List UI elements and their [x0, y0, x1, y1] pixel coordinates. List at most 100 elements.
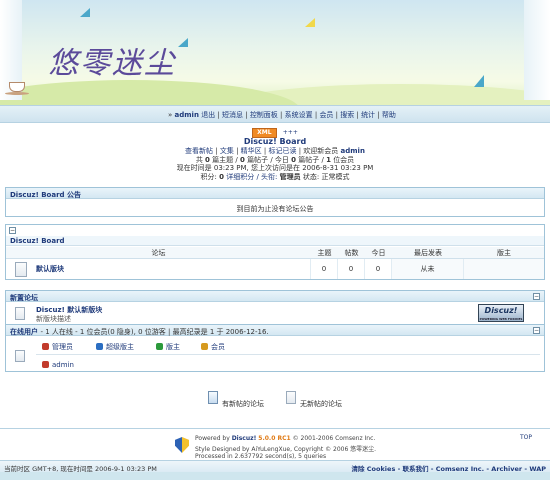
user-group-icon: [156, 343, 163, 350]
curtain-right: [524, 0, 550, 100]
paper-plane-icon: [80, 8, 90, 17]
stats-posts: 0: [239, 155, 245, 164]
group-label: 管理员: [52, 343, 73, 351]
powered-line: Powered by Discuz! 5.0.0 RC1 © 2001-2006…: [195, 435, 375, 442]
online-user[interactable]: admin: [42, 361, 74, 369]
link-collection[interactable]: 文集: [220, 147, 234, 155]
nav-stats[interactable]: 统计: [361, 111, 375, 119]
forum-folder-icon: [15, 307, 25, 320]
stats-members: 1: [326, 155, 331, 164]
discuz-logo-tagline: POWERING WEB FORUMS: [479, 317, 523, 321]
nav-prefix: »: [168, 111, 173, 119]
product-link[interactable]: Discuz!: [232, 435, 257, 442]
paper-plane-icon: [178, 38, 188, 47]
stats-text: 位会员: [333, 155, 355, 164]
nav-system-settings[interactable]: 系统设置: [285, 111, 313, 119]
forum-name-link[interactable]: 默认版块: [36, 265, 64, 273]
discuz-logo[interactable]: Discuz! POWERING WEB FORUMS: [478, 304, 524, 322]
back-to-top-link[interactable]: TOP: [520, 434, 532, 441]
legend-member: 会员: [201, 342, 225, 352]
stats-text: 共: [195, 155, 203, 164]
processed-line: Processed in 2.637792 second(s), 5 queri…: [195, 453, 327, 460]
online-users-panel: 在线用户 - 1 人在线 - 1 位会员(0 隐身), 0 位游客 | 最高纪录…: [5, 324, 545, 372]
board-title[interactable]: Discuz! Board: [0, 137, 550, 147]
board-info: XML +++ Discuz! Board 查看新帖 | 文集 | 精华区 | …: [0, 128, 550, 182]
user-group-icon: [201, 343, 208, 350]
nav-messages[interactable]: 短消息: [222, 111, 243, 119]
style-line: Style Designed by AiYuLengXue, Copyright…: [195, 446, 377, 453]
saucer: [5, 92, 29, 95]
user-group-icon: [42, 343, 49, 350]
version-label: 5.0.0 RC1: [258, 435, 291, 442]
credits-label: 积分:: [200, 173, 217, 182]
link-mark-read[interactable]: 标记已读: [268, 147, 296, 155]
new-forums-title: 新置论坛: [6, 291, 544, 302]
col-today: 今日: [365, 247, 392, 259]
board-links: 查看新帖 | 文集 | 精华区 | 标记已读 | 欢迎新会员 admin: [185, 146, 365, 155]
site-logo[interactable]: 悠零迷尘: [48, 38, 176, 82]
nav-search[interactable]: 搜索: [340, 111, 354, 119]
welcome-label: 欢迎新会员: [303, 146, 339, 155]
online-summary: - 1 人在线 - 1 位会员(0 隐身), 0 位游客 | 最高纪录是 1 于…: [40, 328, 269, 336]
paper-plane-icon: [474, 75, 484, 87]
online-header: 在线用户 - 1 人在线 - 1 位会员(0 隐身), 0 位游客 | 最高纪录…: [6, 325, 544, 336]
status-line: 状态: 正常模式: [302, 173, 350, 182]
forum-lastpost: 从未: [392, 259, 464, 279]
col-forum: 论坛: [6, 247, 311, 259]
forum-posts: 0: [338, 259, 365, 279]
header-banner: 悠零迷尘: [0, 0, 550, 105]
user-group-icon: [96, 343, 103, 350]
announcement-body: 到目前为止没有论坛公告: [236, 205, 314, 213]
forum-list-panel: − Discuz! Board 论坛 主题 帖数 今日 最后发表 版主 默认版块…: [5, 224, 545, 280]
announcement-panel: Discuz! Board 公告 到目前为止没有论坛公告: [5, 187, 545, 217]
copyright-link[interactable]: © 2001-2006 Comsenz Inc.: [293, 435, 376, 442]
nav-help[interactable]: 帮助: [382, 111, 396, 119]
online-title[interactable]: 在线用户: [10, 328, 38, 336]
link-new-posts[interactable]: 查看新帖: [185, 147, 213, 155]
col-posts: 帖数: [338, 247, 365, 259]
announcement-title: Discuz! Board 公告: [6, 188, 544, 199]
col-topics: 主题: [311, 247, 338, 259]
bird-icon: [305, 18, 315, 27]
table-row: 默认版块: [6, 259, 311, 279]
collapse-toggle-button[interactable]: −: [533, 293, 540, 300]
legend-mod: 版主: [156, 342, 180, 352]
coffee-cup-icon: [9, 82, 25, 92]
col-moderator: 版主: [464, 247, 544, 259]
stats-today: 0: [291, 155, 297, 164]
no-new-posts-forum-icon: [286, 391, 296, 404]
forum-moderator: [464, 259, 544, 279]
time-line: 现在时间是 03:23 PM, 您上次访问是在 2006-8-31 03:23 …: [176, 164, 374, 173]
category-title[interactable]: Discuz! Board: [6, 236, 544, 246]
user-title: 管理员: [279, 173, 301, 182]
collapse-toggle-button[interactable]: −: [9, 227, 16, 234]
nav-members[interactable]: 会员: [319, 111, 333, 119]
credits-detail-link[interactable]: 详细积分 / 头衔:: [226, 173, 277, 181]
footer-info: Powered by Discuz! 5.0.0 RC1 © 2001-2006…: [175, 435, 395, 461]
shield-icon: [175, 437, 189, 453]
new-forums-panel: 新置论坛 − Discuz! 默认新版块 新版块描述 Discuz! POWER…: [5, 290, 545, 326]
group-label: 版主: [166, 343, 180, 351]
link-digest[interactable]: 精华区: [241, 147, 262, 155]
bottom-bar: 当前时区 GMT+8, 现在时间是 2006-9-1 03:23 PM 清除 C…: [0, 460, 550, 473]
stats-text: 篇主题 /: [212, 155, 238, 164]
discuz-logo-text: Discuz!: [484, 306, 518, 315]
new-member-link[interactable]: admin: [341, 147, 365, 155]
online-icon: [15, 350, 25, 362]
forum-today: 0: [365, 259, 392, 279]
nav-links: » admin 退出 | 短消息 | 控制面板 | 系统设置 | 会员 | 搜索…: [168, 111, 396, 119]
new-forum-desc: 新版块描述: [36, 315, 71, 323]
nav-username[interactable]: admin: [175, 111, 199, 119]
bottom-strip: [0, 472, 550, 480]
online-user-name[interactable]: admin: [52, 361, 74, 369]
col-lastpost: 最后发表: [392, 247, 464, 259]
legend-admin: 管理员: [42, 342, 73, 352]
user-icon: [42, 361, 49, 368]
group-label: 超级版主: [106, 343, 134, 351]
collapse-toggle-button[interactable]: −: [533, 327, 540, 334]
nav-logout[interactable]: 退出: [201, 111, 215, 119]
powered-label: Powered by: [195, 435, 230, 442]
nav-control-panel[interactable]: 控制面板: [250, 111, 278, 119]
legend-supermod: 超级版主: [96, 342, 134, 352]
forum-topics: 0: [311, 259, 338, 279]
